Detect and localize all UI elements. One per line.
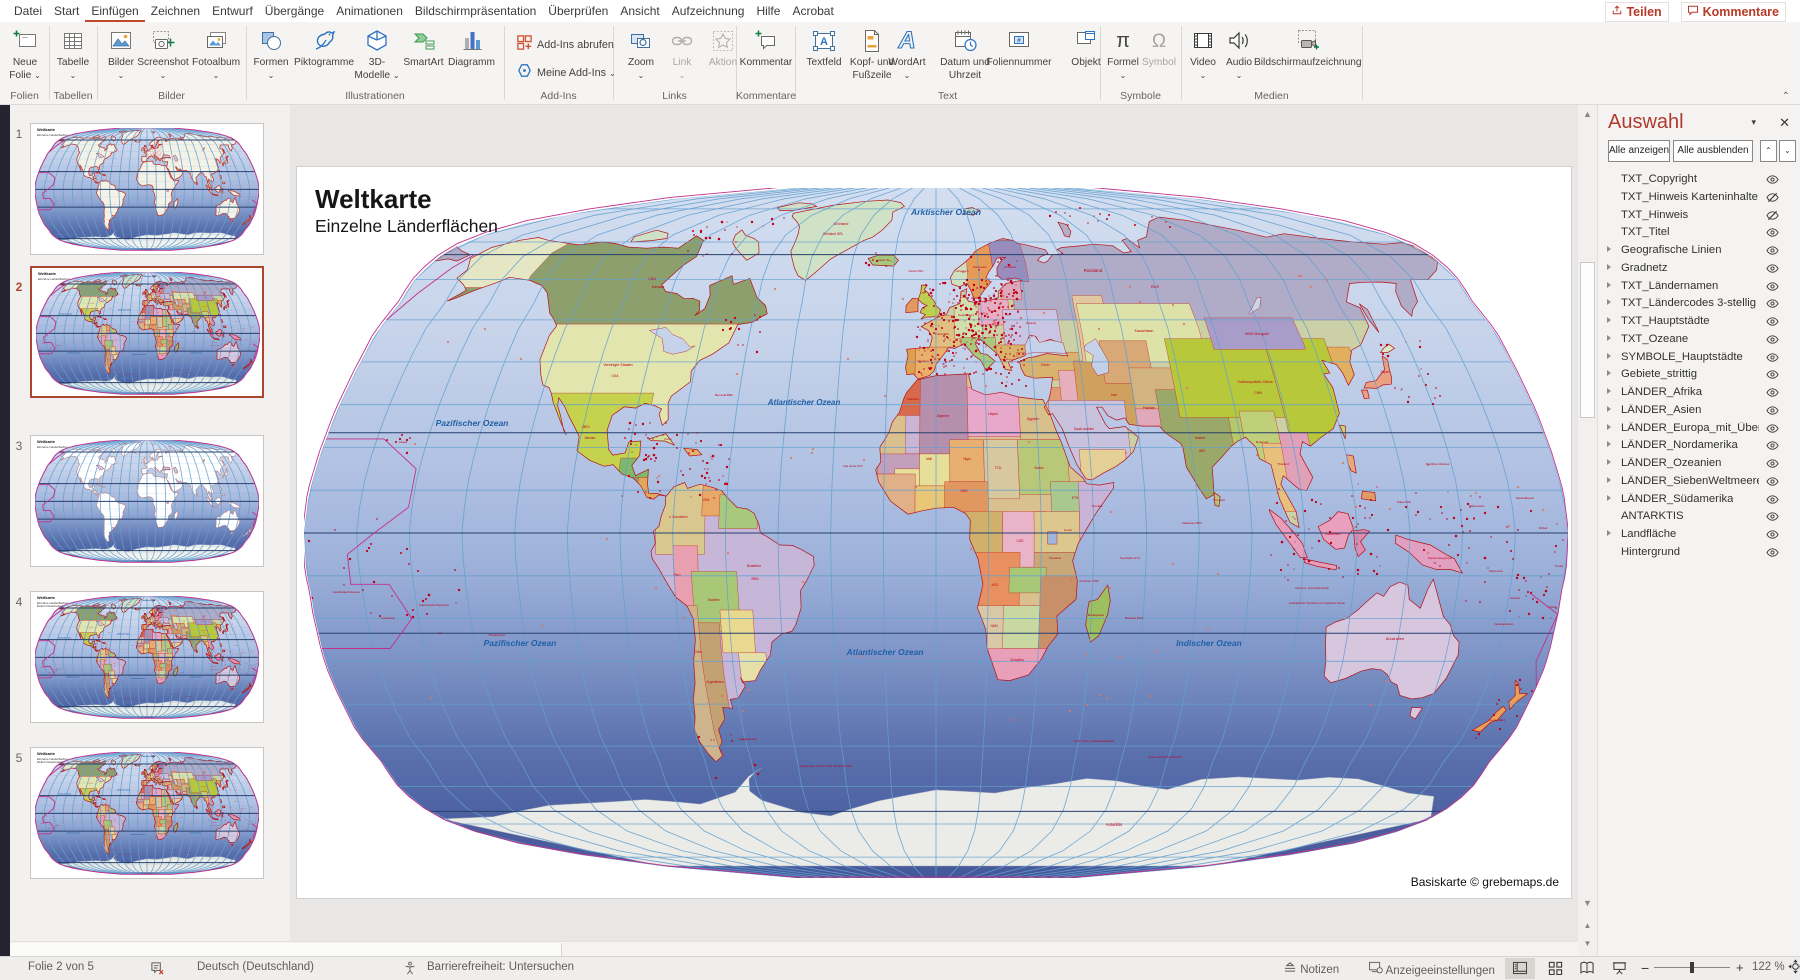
svg-text:A: A xyxy=(897,28,915,54)
svg-text:π: π xyxy=(1116,30,1130,52)
svg-text:#: # xyxy=(1017,38,1021,45)
svg-text:A: A xyxy=(820,36,828,48)
svg-text:Ω: Ω xyxy=(1152,31,1166,52)
